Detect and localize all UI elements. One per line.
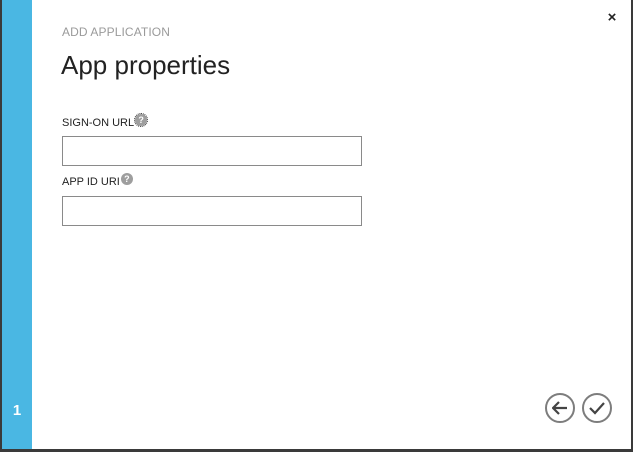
sign-on-url-input[interactable] (62, 136, 362, 166)
back-button[interactable] (545, 393, 575, 423)
app-id-uri-label: APP ID URI ? (62, 173, 133, 188)
close-icon[interactable]: × (604, 10, 620, 26)
page-title: App properties (61, 50, 231, 80)
checkmark-icon (589, 402, 605, 415)
add-application-dialog: 1 × ADD APPLICATION App properties SIGN-… (2, 0, 631, 449)
step-number: 1 (12, 402, 22, 419)
wizard-step-bar: 1 (2, 0, 32, 449)
complete-button[interactable] (582, 393, 612, 423)
app-id-uri-label-text: APP ID URI (62, 176, 120, 188)
question-icon[interactable]: ? (120, 173, 133, 185)
sign-on-url-label: SIGN-ON URL ? (62, 113, 149, 129)
breadcrumb: ADD APPLICATION (62, 25, 170, 39)
question-icon[interactable]: ? (134, 113, 149, 127)
sign-on-url-label-text: SIGN-ON URL (62, 117, 135, 129)
arrow-left-icon (552, 401, 567, 415)
app-id-uri-input[interactable] (62, 196, 362, 226)
